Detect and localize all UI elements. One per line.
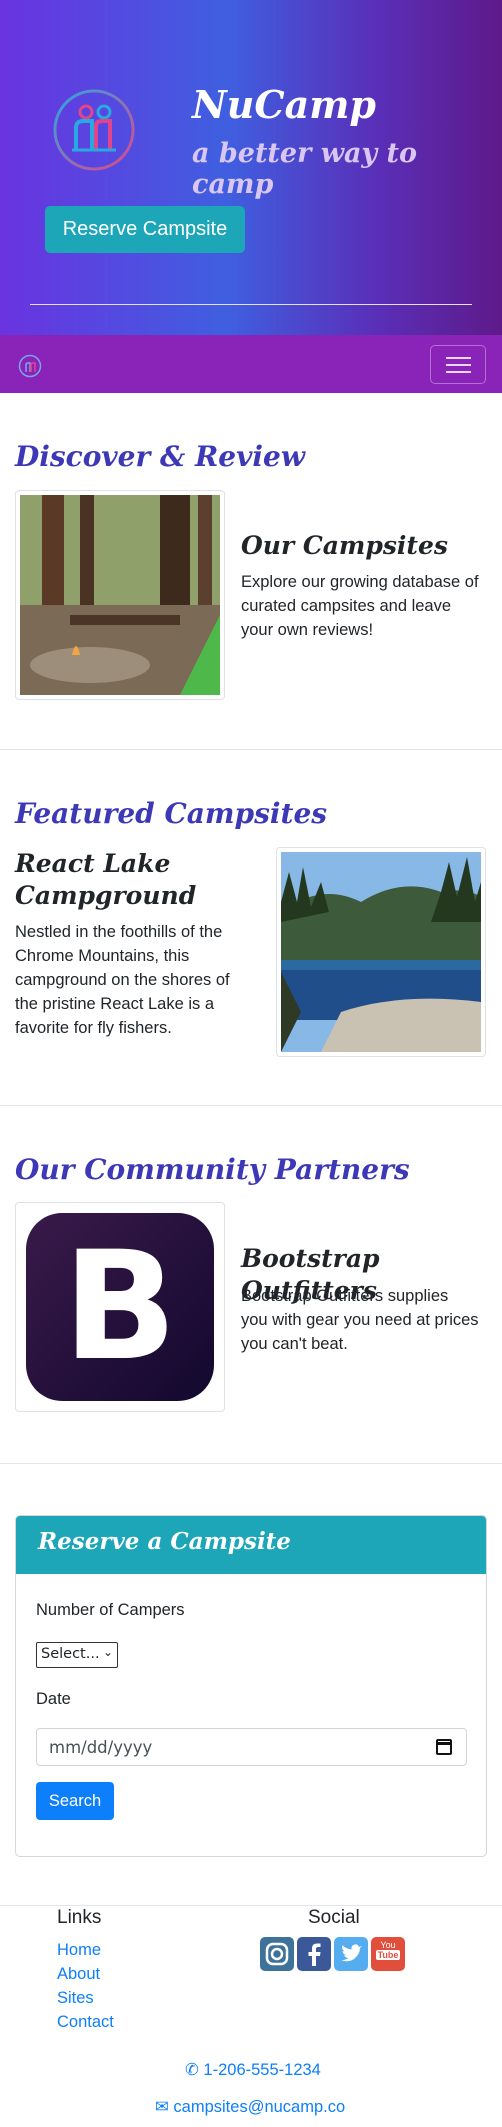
section-divider: [0, 749, 502, 750]
hamburger-menu-icon[interactable]: [430, 345, 486, 384]
calendar-icon[interactable]: [436, 1739, 452, 1755]
campsite-image: [15, 490, 225, 700]
campers-label: Number of Campers: [36, 1601, 185, 1619]
our-campsites-text: Explore our growing database of curated …: [241, 573, 479, 639]
instagram-icon[interactable]: [260, 1937, 294, 1971]
react-lake-image: [276, 847, 486, 1057]
section-divider: [0, 1463, 502, 1464]
nucamp-logo-icon: [52, 88, 136, 172]
react-lake-title: React Lake Campground: [15, 849, 197, 910]
brand-subtitle: a better way to camp: [192, 138, 418, 200]
phone-icon: ✆: [185, 2061, 204, 2079]
footer-link-about[interactable]: About: [57, 1965, 100, 1984]
footer-link-sites[interactable]: Sites: [57, 1989, 94, 2008]
social-heading: Social: [308, 1907, 360, 1928]
search-button[interactable]: Search: [36, 1782, 114, 1820]
reserve-campsite-card: Reserve a Campsite Number of Campers Sel…: [15, 1515, 487, 1857]
links-heading: Links: [57, 1907, 102, 1928]
bootstrap-logo-letter: B: [62, 1220, 178, 1394]
footer-link-contact[interactable]: Contact: [57, 2013, 114, 2032]
header-jumbotron: NuCamp a better way to camp Reserve Camp…: [0, 0, 502, 335]
youtube-icon[interactable]: You Tube: [371, 1937, 405, 1971]
nucamp-logo-icon[interactable]: [18, 354, 42, 378]
bootstrap-outfitters-text: Bootstrap Outfitters supplies you with g…: [241, 1287, 479, 1353]
discover-section-title: Discover & Review: [15, 440, 305, 473]
featured-section-title: Featured Campsites: [15, 797, 328, 830]
footer-link-home[interactable]: Home: [57, 1941, 101, 1960]
reserve-campsite-button[interactable]: Reserve Campsite: [45, 206, 245, 253]
date-input[interactable]: mm/dd/yyyy: [36, 1728, 467, 1766]
facebook-icon[interactable]: [297, 1937, 331, 1971]
campers-select[interactable]: Select... ⌄: [36, 1642, 118, 1668]
our-campsites-title: Our Campsites: [241, 531, 448, 560]
footer-phone[interactable]: ✆ 1-206-555-1234: [185, 2060, 321, 2080]
brand-title: NuCamp: [192, 82, 377, 127]
navbar: [0, 335, 502, 393]
footer-divider: [0, 1905, 502, 1906]
card-title: Reserve a Campsite: [38, 1528, 291, 1555]
chevron-down-icon: ⌄: [102, 1645, 113, 1659]
date-label: Date: [36, 1690, 71, 1708]
react-lake-text: Nestled in the foothills of the Chrome M…: [15, 923, 230, 1037]
partners-section-title: Our Community Partners: [15, 1153, 410, 1186]
bootstrap-logo-image: B: [15, 1202, 225, 1412]
twitter-icon[interactable]: [334, 1937, 368, 1971]
header-divider: [30, 304, 472, 305]
footer-email[interactable]: ✉ campsites@nucamp.co: [155, 2097, 345, 2117]
envelope-icon: ✉: [155, 2098, 174, 2116]
section-divider: [0, 1105, 502, 1106]
